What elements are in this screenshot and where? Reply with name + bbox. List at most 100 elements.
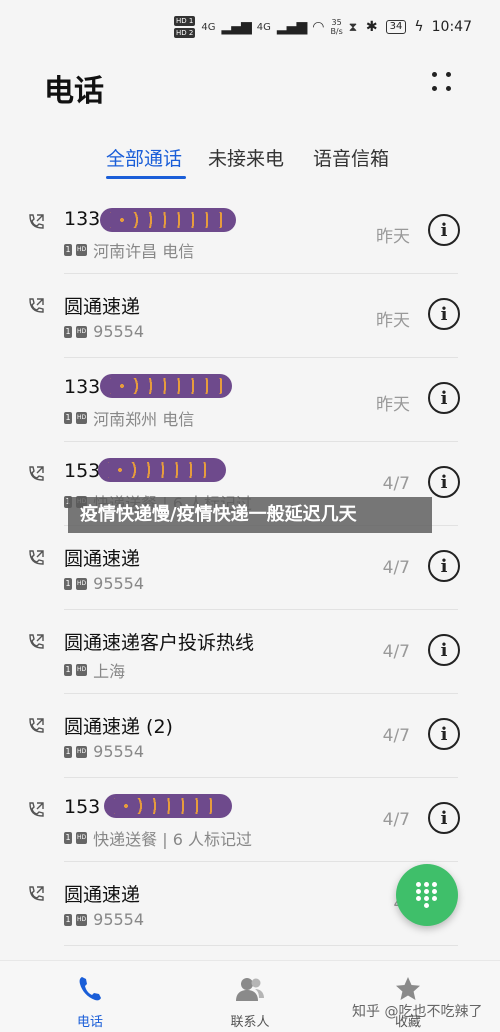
outgoing-call-icon — [29, 886, 44, 901]
hd-icon: HD — [76, 325, 88, 338]
more-menu-button[interactable] — [430, 70, 456, 98]
call-date: 昨天 — [376, 311, 410, 331]
call-name: 圆通速递客户投诉热线 — [64, 632, 255, 654]
outgoing-call-icon — [29, 214, 44, 229]
info-button[interactable]: i — [428, 802, 460, 834]
divider — [64, 861, 458, 862]
call-name: 153 — [64, 460, 101, 482]
signal-icon: ▂▄▆ — [276, 19, 307, 35]
sim-1-icon: 1 — [64, 244, 72, 256]
redaction-sticker — [98, 458, 226, 482]
call-detail: 1 HD 95554 — [64, 322, 144, 341]
divider — [64, 609, 458, 610]
dialpad-icon — [416, 882, 438, 908]
call-location: 河南郑州 电信 — [93, 410, 195, 429]
tab-missed-calls[interactable]: 未接来电 — [208, 144, 284, 171]
outgoing-call-icon — [29, 634, 44, 649]
article-title-banner: 疫情快递慢/疫情快递一般延迟几天 — [68, 497, 432, 533]
tab-voicemail[interactable]: 语音信箱 — [313, 144, 389, 171]
sim-1-icon: 1 — [64, 664, 72, 676]
info-button[interactable]: i — [428, 550, 460, 582]
outgoing-call-icon — [29, 466, 44, 481]
network-type-1: 4G — [201, 21, 216, 33]
call-detail: 1 HD 快递送餐 | 6 人标记过 — [64, 826, 252, 850]
call-location: 河南许昌 电信 — [93, 242, 195, 261]
call-location: 上海 — [93, 662, 126, 681]
call-detail: 1 HD 95554 — [64, 742, 144, 761]
call-name: 圆通速递 — [64, 548, 141, 570]
call-number: 95554 — [93, 574, 145, 593]
call-log-row[interactable]: 圆通速递客户投诉热线 1 HD 上海 4/7 i — [0, 618, 500, 702]
status-bar: HD 1 HD 2 4G ▂▄▆ 4G ▂▄▆ ◠ 35 B/s ⧗ ✱ 34 … — [0, 0, 500, 58]
call-log-row[interactable]: 圆通速递 (2) 1 HD 95554 4/7 i — [0, 702, 500, 786]
call-log-row[interactable]: 153 (2) 1 HD 快递送餐 | 6 人标记过 4/7 i — [0, 786, 500, 870]
call-date: 4/7 — [382, 474, 410, 494]
call-tag: 快递送餐 | 6 人标记过 — [93, 830, 252, 849]
dialpad-button[interactable] — [396, 864, 458, 926]
divider — [64, 693, 458, 694]
speed-value: 35 — [331, 18, 342, 27]
info-button[interactable]: i — [428, 466, 460, 498]
divider — [64, 441, 458, 442]
call-detail: 1 HD 河南许昌 电信 — [64, 238, 194, 262]
call-log-row[interactable]: 133 8 1 HD 河南许昌 电信 昨天 i — [0, 198, 500, 282]
network-type-2: 4G — [256, 21, 271, 33]
tab-all-calls[interactable]: 全部通话 — [106, 144, 182, 171]
call-number: 95554 — [93, 322, 145, 341]
hd-icon: HD — [76, 832, 88, 844]
call-detail: 1 HD 河南郑州 电信 — [64, 406, 194, 430]
call-detail: 1 HD 95554 — [64, 910, 144, 929]
call-name: 圆通速递 — [64, 884, 141, 906]
info-button[interactable]: i — [428, 718, 460, 750]
sim-1-icon: 1 — [64, 913, 72, 926]
phone-icon — [79, 977, 101, 1001]
call-log-row[interactable]: 圆通速递 1 HD 95554 昨天 i — [0, 282, 500, 366]
redaction-sticker — [100, 208, 236, 232]
divider — [64, 777, 458, 778]
status-bar-right: ✱ 34 ϟ 10:47 — [366, 19, 472, 35]
divider — [64, 273, 458, 274]
hourglass-icon: ⧗ — [348, 19, 358, 34]
call-date: 4/7 — [382, 810, 410, 830]
status-bar-left: HD 1 HD 2 4G ▂▄▆ 4G ▂▄▆ ◠ 35 B/s ⧗ — [174, 16, 357, 38]
hd-icon: HD — [76, 244, 88, 256]
info-button[interactable]: i — [428, 634, 460, 666]
call-log-row[interactable]: 圆通速递 1 HD 95554 4/7 i — [0, 534, 500, 618]
sim-1-icon: 1 — [64, 325, 72, 338]
nav-phone-label: 电话 — [76, 1015, 103, 1030]
call-detail: 1 HD 上海 — [64, 658, 125, 682]
info-button[interactable]: i — [428, 298, 460, 330]
divider — [64, 357, 458, 358]
signal-icon: ▂▄▆ — [221, 19, 251, 35]
call-date: 4/7 — [382, 642, 410, 662]
info-button[interactable]: i — [428, 214, 460, 246]
call-date: 4/7 — [382, 726, 410, 746]
hd-icon: HD — [76, 664, 88, 676]
call-name: 圆通速递 (2) — [64, 716, 173, 738]
hd-icon: HD — [76, 913, 88, 926]
source-watermark: 知乎 @吃也不吃辣了 — [352, 1004, 483, 1020]
page-title: 电话 — [44, 74, 104, 109]
bluetooth-icon: ✱ — [365, 19, 378, 35]
charging-icon: ϟ — [414, 19, 424, 35]
info-button[interactable]: i — [428, 382, 460, 414]
call-number: 95554 — [93, 910, 145, 929]
sim-1-icon: 1 — [64, 412, 72, 424]
speed-unit: B/s — [330, 27, 343, 36]
hd-chip-1: HD 1 — [174, 16, 196, 26]
dot-icon — [432, 72, 437, 77]
dot-icon — [432, 86, 437, 91]
redaction-sticker — [104, 794, 232, 818]
nav-contacts-label: 联系人 — [230, 1015, 270, 1030]
hd-icon: HD — [76, 577, 88, 590]
bottom-navigation: 电话 联系人 收藏 — [0, 960, 500, 1032]
dot-icon — [446, 86, 451, 91]
redaction-sticker — [100, 374, 232, 398]
call-tabs: 全部通话 未接来电 语音信箱 — [0, 144, 500, 184]
outgoing-call-icon — [29, 298, 44, 313]
hd-indicators: HD 1 HD 2 — [174, 16, 196, 38]
network-speed: 35 B/s — [330, 18, 342, 36]
dot-icon — [446, 72, 451, 77]
call-log-row[interactable]: 133 0 1 HD 河南郑州 电信 昨天 i — [0, 366, 500, 450]
sim-1-icon: 1 — [64, 832, 72, 844]
